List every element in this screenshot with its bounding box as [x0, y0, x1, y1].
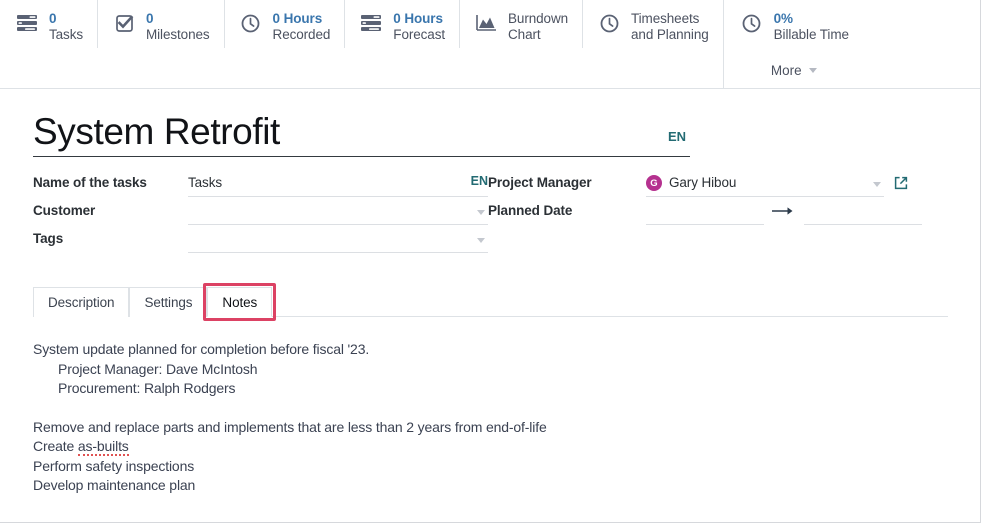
field-project-manager: Project Manager G Gary Hibou	[488, 174, 908, 202]
field-customer: Customer	[33, 202, 488, 230]
notes-line: Develop maintenance plan	[33, 477, 196, 494]
stat-value: 0 Hours	[272, 11, 323, 26]
field-value: Tasks	[188, 175, 223, 191]
stat-label: Forecast	[393, 26, 446, 42]
spellcheck-underlined-word: as-builts	[77, 438, 129, 457]
tab-description[interactable]: Description	[33, 287, 130, 318]
stat-value: 0%	[773, 11, 793, 26]
stat-label: Recorded	[272, 26, 331, 42]
project-manager-input[interactable]: G Gary Hibou	[646, 174, 884, 198]
stat-value: 0	[49, 11, 57, 26]
notes-line: Project Manager: Dave McIntosh	[58, 360, 258, 377]
customer-input[interactable]	[188, 202, 488, 226]
field-language-badge[interactable]: EN	[471, 174, 488, 188]
stat-label-line1: Timesheets	[631, 11, 700, 26]
arrow-right-icon	[764, 202, 804, 216]
field-label: Planned Date	[488, 203, 573, 219]
stat-label: Billable Time	[773, 26, 849, 42]
field-label: Customer	[33, 203, 96, 219]
stat-timesheets-planning[interactable]: Timesheets and Planning	[582, 0, 723, 48]
field-tags: Tags	[33, 230, 488, 258]
checkbox-check-icon	[111, 10, 137, 36]
chevron-down-icon	[808, 67, 817, 73]
notes-line: Procurement: Ralph Rodgers	[58, 380, 236, 397]
clock-icon	[596, 10, 622, 36]
notebook-tabs: Description Settings Notes	[33, 283, 948, 322]
notes-content[interactable]: System update planned for completion bef…	[33, 340, 933, 495]
clock-icon	[238, 10, 264, 36]
stat-label-line2: Chart	[508, 26, 541, 42]
page-title[interactable]: System Retrofit	[33, 111, 668, 152]
avatar: G	[646, 175, 662, 192]
field-name-of-the-tasks: Name of the tasks Tasks EN	[33, 174, 488, 202]
stat-burndown-chart[interactable]: Burndown Chart	[459, 0, 582, 48]
tags-input[interactable]	[188, 230, 488, 254]
stat-value: 0	[146, 11, 154, 26]
chevron-down-icon[interactable]	[477, 210, 485, 216]
tasks-list-icon	[14, 10, 40, 36]
external-link-icon[interactable]	[894, 174, 908, 190]
stat-label-line1: Burndown	[508, 11, 569, 26]
form-fields: Name of the tasks Tasks EN Customer Tags	[33, 174, 980, 258]
title-language-badge[interactable]: EN	[668, 129, 686, 144]
chevron-down-icon[interactable]	[477, 238, 485, 244]
field-label: Project Manager	[488, 175, 592, 191]
stat-billable-time[interactable]: 0% Billable Time More	[722, 0, 863, 88]
stat-tasks[interactable]: 0 Tasks	[0, 0, 97, 48]
stat-label-line2: and Planning	[631, 26, 709, 42]
field-value: Gary Hibou	[669, 175, 737, 191]
chevron-down-icon[interactable]	[873, 182, 881, 188]
area-chart-icon	[473, 10, 499, 36]
stat-hours-forecast[interactable]: 0 Hours Forecast	[344, 0, 459, 48]
notes-blank-line	[33, 399, 933, 418]
tab-notes[interactable]: Notes	[207, 287, 273, 318]
more-dropdown-button[interactable]: More	[739, 63, 849, 78]
field-planned-date: Planned Date	[488, 202, 922, 230]
planned-date-start-input[interactable]	[646, 202, 764, 226]
odoo-project-form-page: 0 Tasks 0 Milestones 0 Hours Recorded 0 …	[0, 0, 981, 523]
form-column-right: Project Manager G Gary Hibou Planned Dat…	[488, 174, 922, 258]
field-label: Name of the tasks	[33, 175, 147, 191]
notes-line: System update planned for completion bef…	[33, 341, 370, 358]
notes-line: Remove and replace parts and implements …	[33, 419, 547, 436]
stat-milestones[interactable]: 0 Milestones	[97, 0, 224, 48]
stat-button-bar: 0 Tasks 0 Milestones 0 Hours Recorded 0 …	[0, 0, 980, 89]
clock-icon	[739, 10, 765, 36]
tab-settings[interactable]: Settings	[129, 287, 208, 318]
field-label: Tags	[33, 231, 64, 247]
record-sheet: System Retrofit EN Name of the tasks Tas…	[0, 111, 980, 496]
stat-hours-recorded[interactable]: 0 Hours Recorded	[223, 0, 345, 48]
planned-date-end-input[interactable]	[804, 202, 922, 226]
stat-value: 0 Hours	[393, 11, 443, 26]
tasks-list-icon	[358, 10, 384, 36]
notes-line-spellchecked: Create as-builts	[33, 438, 129, 457]
page-title-row: System Retrofit EN	[33, 111, 690, 158]
notes-line: Perform safety inspections	[33, 457, 195, 474]
form-column-left: Name of the tasks Tasks EN Customer Tags	[33, 174, 488, 258]
planned-date-range	[646, 202, 922, 226]
more-label: More	[770, 62, 802, 78]
stat-label: Tasks	[49, 26, 84, 42]
name-of-the-tasks-input[interactable]: Tasks EN	[188, 174, 488, 198]
stat-label: Milestones	[146, 26, 210, 42]
